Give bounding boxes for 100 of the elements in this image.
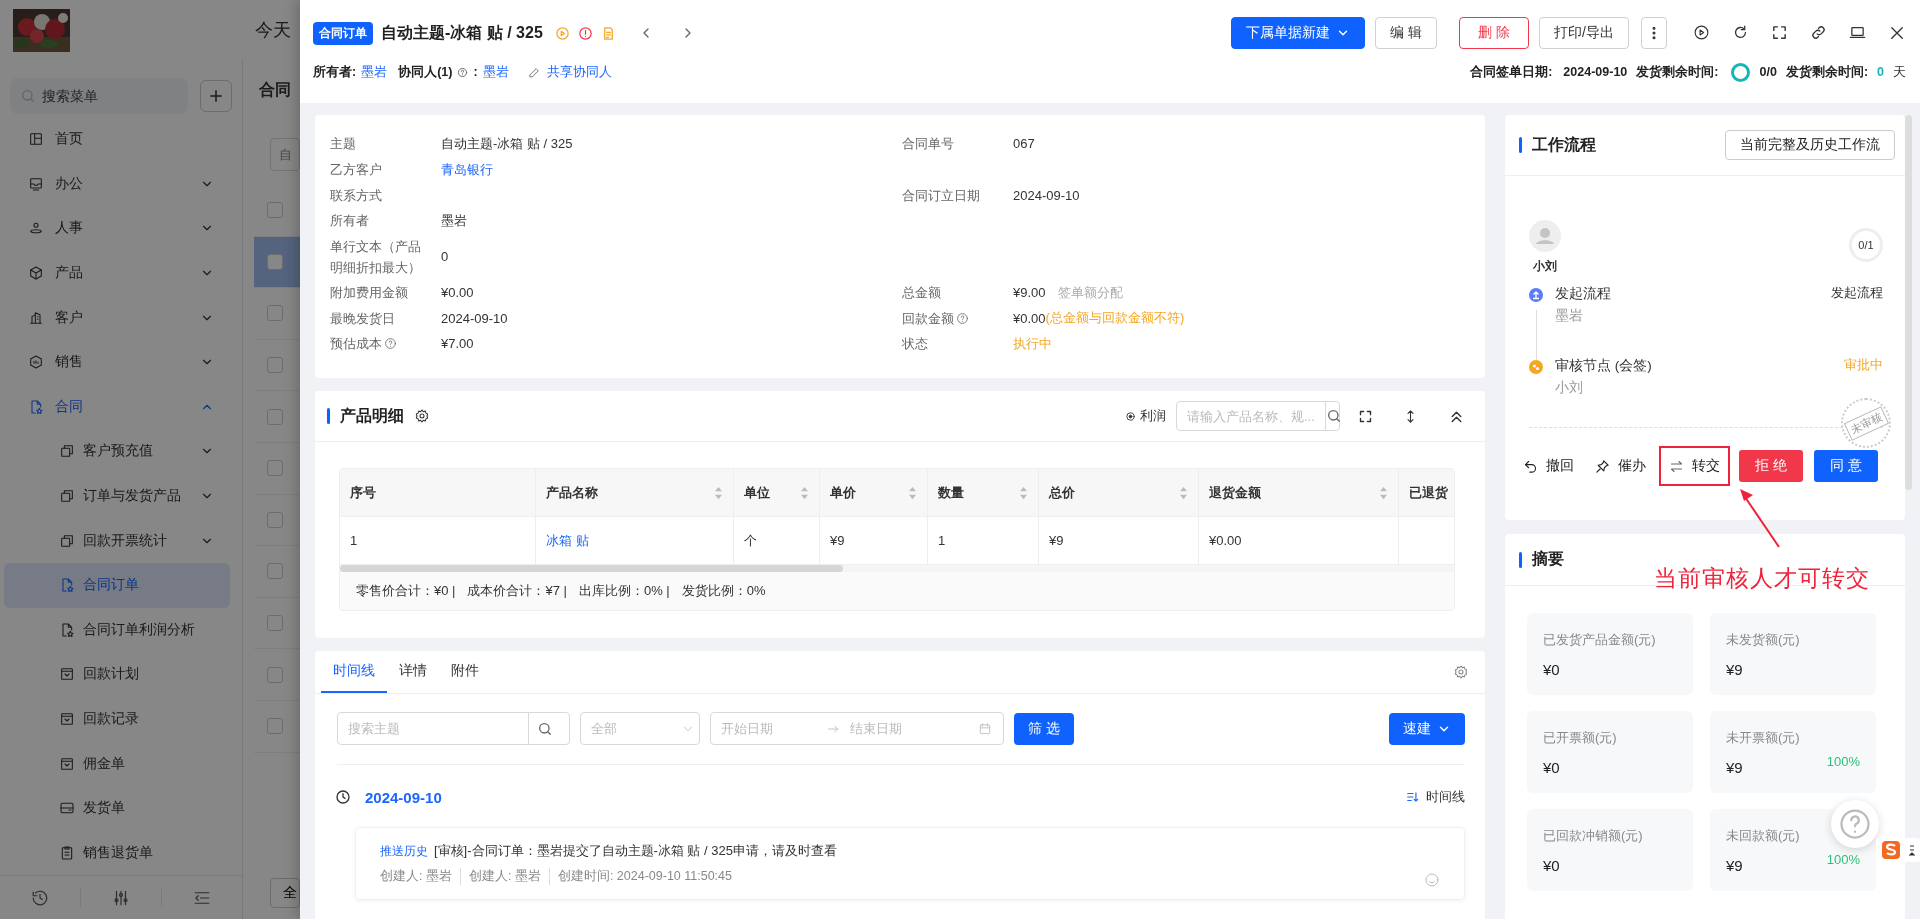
menu-item[interactable]: 回款计划: [4, 652, 230, 697]
fullscreen-icon[interactable]: [1771, 24, 1788, 41]
filter-button[interactable]: 筛 选: [1014, 712, 1074, 745]
sort-icon[interactable]: [800, 485, 809, 500]
tab[interactable]: 附件: [439, 651, 491, 693]
sliders-icon[interactable]: [112, 888, 130, 907]
menu-item[interactable]: 产品: [0, 250, 242, 296]
search-icon: [20, 88, 36, 104]
entry-meta: 创建人: 墨岩: [459, 868, 549, 885]
delete-button[interactable]: 删 除: [1459, 17, 1530, 49]
checkbox[interactable]: [267, 615, 283, 632]
laptop-icon[interactable]: [1849, 24, 1866, 41]
checkbox[interactable]: [267, 305, 283, 322]
history-icon[interactable]: [31, 888, 49, 907]
product-search-field[interactable]: 请输入产品名称、规...: [1176, 401, 1340, 431]
quick-create-button[interactable]: 速建: [1389, 712, 1465, 745]
share-link[interactable]: 共享协同人: [527, 63, 612, 81]
menu-item[interactable]: 合同订单: [4, 562, 230, 608]
scrollbar[interactable]: [340, 565, 843, 572]
timeline-view-button[interactable]: 时间线: [1406, 788, 1465, 806]
history-button[interactable]: 当前完整及历史工作流: [1725, 130, 1895, 160]
refresh-icon[interactable]: [1732, 24, 1749, 41]
checkbox[interactable]: [267, 408, 283, 425]
separator: :: [473, 65, 478, 79]
action-button[interactable]: 打印/导出: [1539, 17, 1629, 49]
field-value: ¥0.00: [441, 285, 474, 301]
checkbox[interactable]: [267, 202, 283, 219]
menu-item[interactable]: 回款记录: [4, 696, 230, 742]
search-field[interactable]: 搜索菜单: [10, 78, 188, 114]
select-all-button[interactable]: 全: [270, 878, 300, 908]
more-button[interactable]: [1641, 17, 1667, 49]
sort-icon[interactable]: [1179, 485, 1188, 500]
menu-item[interactable]: 合同订单利润分析: [4, 607, 230, 653]
transfer-button[interactable]: 转交: [1661, 450, 1728, 482]
menu-item[interactable]: 回款开票统计: [4, 518, 230, 563]
search-field[interactable]: 搜索主题: [337, 712, 570, 745]
field-label: 预估成本: [330, 335, 382, 354]
fullscreen-icon[interactable]: [1358, 408, 1373, 424]
total-text: 零售价合计：¥0 |: [356, 582, 456, 600]
menu-item[interactable]: 合同: [0, 384, 242, 430]
checkbox[interactable]: [267, 460, 283, 477]
annotation-text: 当前审核人才可转交: [1654, 565, 1870, 593]
pin-icon: [1595, 458, 1610, 474]
menu-item[interactable]: 客户: [0, 295, 242, 340]
play-circle-icon[interactable]: [1693, 24, 1710, 41]
smiley-icon[interactable]: [1424, 872, 1440, 888]
approve-button[interactable]: 同 意: [1814, 450, 1878, 482]
scrollbar[interactable]: [1905, 115, 1912, 490]
link-icon[interactable]: [1810, 24, 1827, 41]
sort-icon[interactable]: [714, 485, 723, 500]
menu-item[interactable]: 人事: [0, 206, 242, 251]
checkbox[interactable]: [267, 666, 283, 683]
progress-ring-icon: [1731, 62, 1751, 82]
table-cell: 1: [938, 533, 946, 548]
product-search-input[interactable]: 请输入产品名称、规...: [1177, 402, 1325, 430]
add-button[interactable]: [200, 80, 232, 112]
type-select[interactable]: 全部: [580, 712, 700, 745]
end-date-input[interactable]: 结束日期: [840, 721, 978, 736]
tab[interactable]: 详情: [387, 651, 439, 693]
checkbox[interactable]: [267, 718, 283, 735]
profit-toggle[interactable]: 利润: [1125, 407, 1166, 425]
checkbox[interactable]: [267, 511, 283, 528]
menu-item[interactable]: 客户预充值: [4, 429, 230, 474]
table-row[interactable]: [254, 236, 300, 289]
tab[interactable]: 时间线: [321, 651, 387, 693]
checkbox[interactable]: [267, 563, 283, 580]
close-icon[interactable]: [1888, 24, 1906, 42]
search-icon[interactable]: [537, 720, 553, 737]
date-range-field[interactable]: 开始日期 结束日期: [710, 712, 1004, 745]
sort-icon[interactable]: [908, 485, 917, 500]
menu-item[interactable]: 发货单: [4, 785, 230, 831]
search-input[interactable]: 搜索主题: [338, 721, 528, 736]
menu-item[interactable]: 订单与发货产品: [4, 473, 230, 519]
undo-button[interactable]: 撤回: [1515, 450, 1582, 482]
start-date-input[interactable]: 开始日期: [711, 721, 826, 736]
create-dropdown-button[interactable]: 下属单据新建: [1231, 17, 1366, 49]
action-button[interactable]: 编 辑: [1375, 17, 1438, 49]
product-link[interactable]: 冰箱 贴: [546, 531, 589, 550]
search-input[interactable]: 搜索菜单: [42, 88, 172, 104]
field-label: 乙方客户: [330, 161, 382, 180]
document-icon: [59, 577, 75, 594]
urge-button[interactable]: 催办: [1587, 450, 1654, 482]
menu-item[interactable]: 首页: [0, 117, 242, 162]
menu-item[interactable]: 销售: [0, 339, 242, 385]
menu-item[interactable]: 销售退货单: [4, 830, 230, 876]
owner-link[interactable]: 墨岩: [361, 63, 388, 81]
filter-field[interactable]: 自: [270, 138, 300, 171]
select-input[interactable]: 全部: [581, 721, 681, 736]
plus-icon: [207, 87, 225, 105]
sort-icon[interactable]: [1019, 485, 1028, 500]
field-link[interactable]: 青岛银行: [441, 160, 493, 179]
reject-button[interactable]: 拒 绝: [1739, 450, 1803, 482]
checkbox[interactable]: [267, 253, 283, 270]
collaborator-link[interactable]: 墨岩: [482, 63, 509, 81]
checkbox[interactable]: [267, 357, 283, 374]
menu-item[interactable]: 办公: [0, 161, 242, 207]
search-icon[interactable]: [1326, 408, 1342, 424]
menu-item[interactable]: 佣金单: [4, 741, 230, 786]
sort-icon[interactable]: [1379, 485, 1388, 500]
settings-icon[interactable]: [414, 408, 430, 424]
